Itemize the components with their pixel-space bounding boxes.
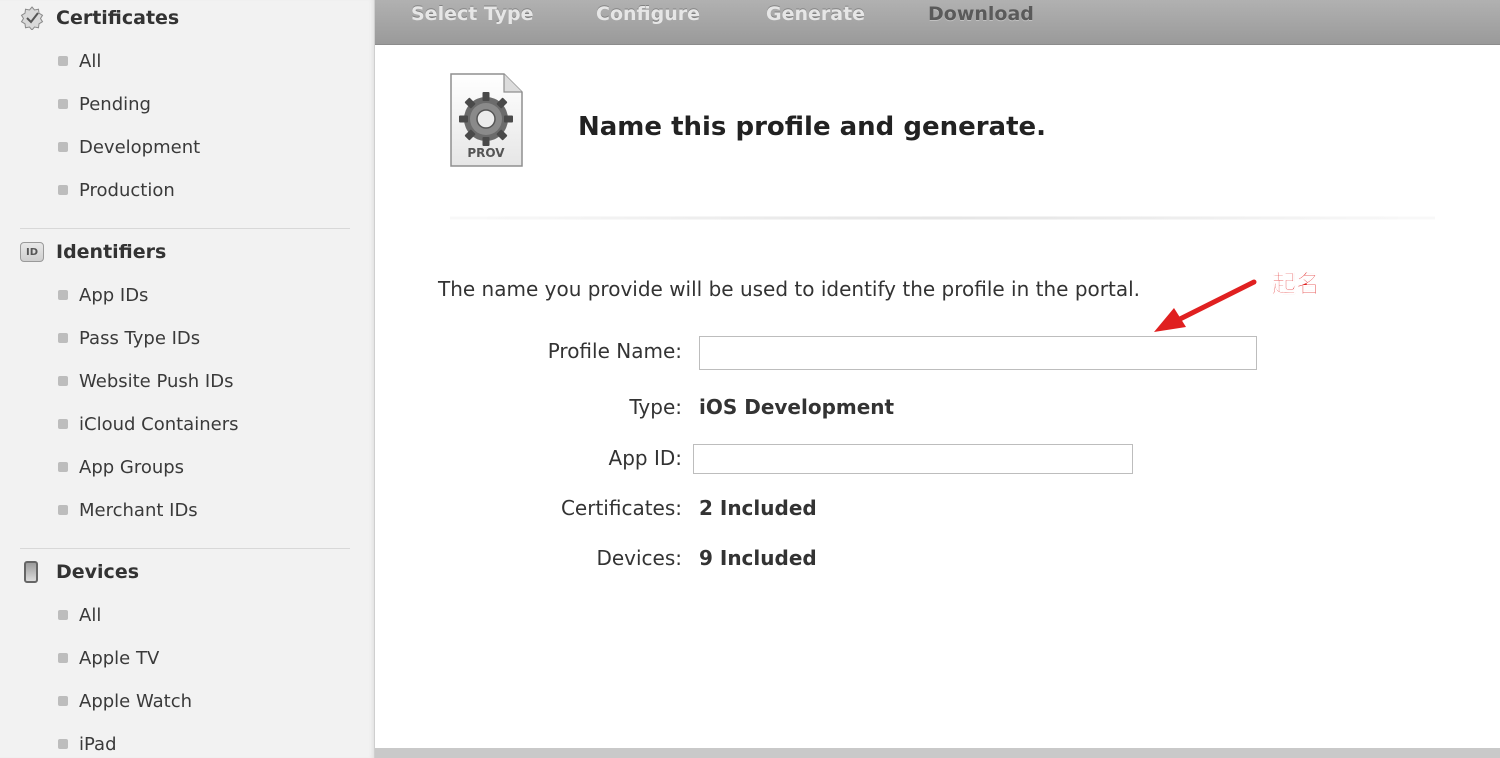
sidebar-item-app-groups[interactable]: App Groups (58, 456, 184, 478)
section-title: Identifiers (56, 241, 167, 263)
sidebar-item-pending[interactable]: Pending (58, 93, 151, 115)
bullet-icon (58, 376, 68, 386)
bullet-icon (58, 505, 68, 515)
sidebar-item-label: Pending (79, 93, 151, 115)
sidebar-item-label: All (79, 50, 102, 72)
sidebar-item-devices-all[interactable]: All (58, 604, 101, 626)
id-badge-icon: ID (20, 240, 46, 264)
sidebar-item-label: iPad (79, 733, 117, 755)
device-glyph (24, 561, 38, 583)
sidebar-item-apple-watch[interactable]: Apple Watch (58, 690, 192, 712)
sidebar-divider (20, 548, 350, 549)
sidebar-item-website-push-ids[interactable]: Website Push IDs (58, 370, 233, 392)
sidebar-item-pass-type-ids[interactable]: Pass Type IDs (58, 327, 200, 349)
sidebar-item-ipad[interactable]: iPad (58, 733, 117, 755)
sidebar-item-icloud-containers[interactable]: iCloud Containers (58, 413, 238, 435)
provisioning-profile-icon: PROV (448, 72, 524, 168)
sidebar-item-app-ids[interactable]: App IDs (58, 284, 148, 306)
bullet-icon (58, 142, 68, 152)
device-icon (20, 560, 46, 584)
sidebar-section-identifiers[interactable]: ID Identifiers (20, 240, 166, 264)
sidebar-section-devices[interactable]: Devices (20, 560, 139, 584)
sidebar-item-certificates-all[interactable]: All (58, 50, 101, 72)
section-divider (450, 216, 1435, 220)
bullet-icon (58, 653, 68, 663)
devices-value: 9 Included (699, 546, 817, 570)
annotation-label: 起名 (1272, 270, 1321, 299)
sidebar-item-apple-tv[interactable]: Apple TV (58, 647, 159, 669)
sidebar-item-label: Production (79, 179, 175, 201)
bullet-icon (58, 462, 68, 472)
sidebar-item-label: Pass Type IDs (79, 327, 201, 349)
prov-label: PROV (467, 146, 505, 160)
type-value: iOS Development (699, 395, 895, 419)
bullet-icon (58, 739, 68, 749)
sidebar-item-production[interactable]: Production (58, 179, 175, 201)
bullet-icon (58, 333, 68, 343)
section-title: Devices (56, 561, 140, 583)
sidebar: Certificates All Pending Development Pro… (0, 0, 375, 758)
bottom-bar (375, 748, 1500, 758)
sidebar-item-label: Website Push IDs (79, 370, 234, 392)
certificates-label: Certificates: (560, 496, 682, 520)
sidebar-item-label: iCloud Containers (79, 413, 239, 435)
devices-label: Devices: (596, 546, 682, 570)
profile-name-label: Profile Name: (547, 339, 682, 363)
step-download: Download (928, 3, 1034, 25)
certificate-seal-icon (20, 6, 46, 30)
sidebar-item-development[interactable]: Development (58, 136, 200, 158)
bullet-icon (58, 696, 68, 706)
sidebar-item-label: All (79, 604, 102, 626)
sidebar-item-label: Apple TV (79, 647, 160, 669)
profile-name-input[interactable] (699, 336, 1257, 370)
description-text: The name you provide will be used to ide… (438, 277, 1140, 301)
step-configure: Configure (596, 3, 700, 25)
app-id-field[interactable] (693, 444, 1133, 474)
certificates-value: 2 Included (699, 496, 817, 520)
sidebar-item-merchant-ids[interactable]: Merchant IDs (58, 499, 198, 521)
sidebar-item-label: Merchant IDs (79, 499, 198, 521)
step-generate: Generate (766, 3, 866, 25)
bullet-icon (58, 419, 68, 429)
bullet-icon (58, 290, 68, 300)
sidebar-section-certificates[interactable]: Certificates (20, 6, 179, 30)
bullet-icon (58, 185, 68, 195)
bullet-icon (58, 99, 68, 109)
sidebar-divider (20, 228, 350, 229)
sidebar-item-label: App IDs (79, 284, 149, 306)
app-id-label: App ID: (608, 446, 682, 470)
wizard-step-bar: Select Type Configure Generate Download (375, 0, 1500, 45)
annotation-arrow-icon (1154, 279, 1257, 332)
section-title: Certificates (56, 7, 180, 29)
sidebar-item-label: Development (79, 136, 201, 158)
id-badge: ID (20, 242, 44, 262)
step-select-type: Select Type (411, 3, 534, 25)
type-label: Type: (629, 395, 682, 419)
sidebar-item-label: App Groups (79, 456, 185, 478)
sidebar-item-label: Apple Watch (79, 690, 193, 712)
page-title: Name this profile and generate. (578, 112, 1047, 142)
bullet-icon (58, 610, 68, 620)
bullet-icon (58, 56, 68, 66)
